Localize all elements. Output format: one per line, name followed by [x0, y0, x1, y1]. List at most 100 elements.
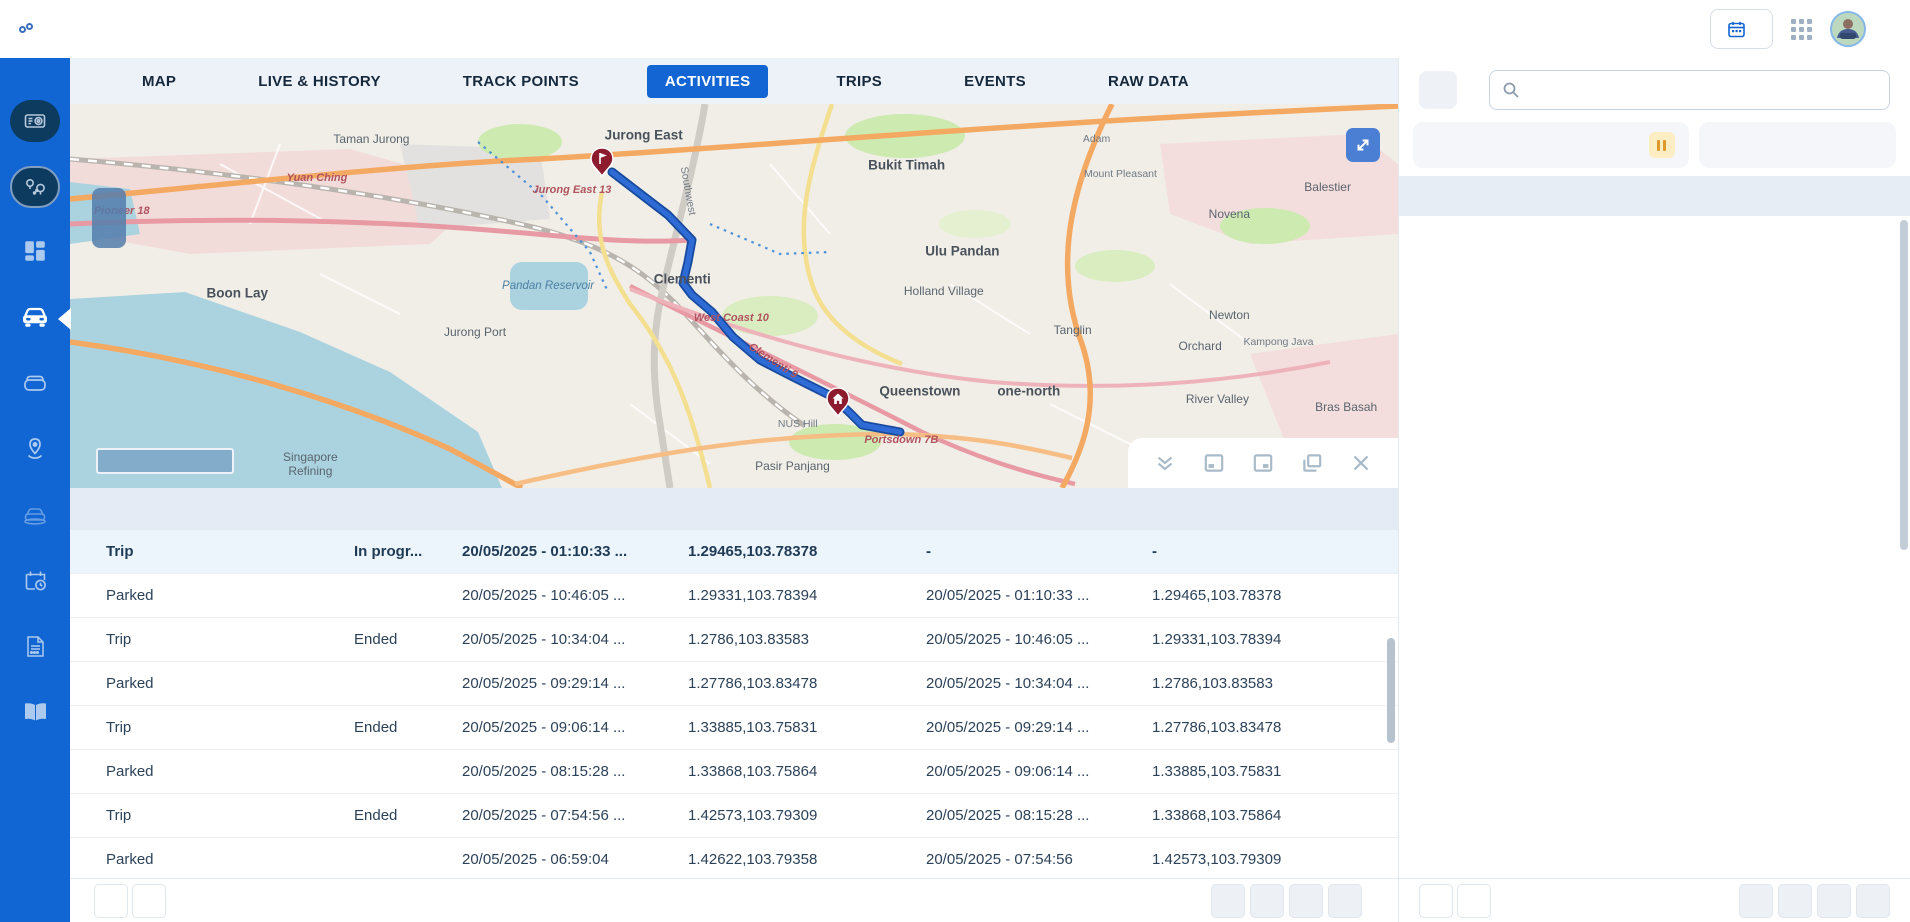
- sidebar-item-reports[interactable]: [0, 616, 70, 682]
- page-size-chevron-icon[interactable]: [132, 884, 166, 918]
- activity-mode: Parked: [106, 763, 354, 780]
- last-page-button[interactable]: [1856, 884, 1890, 918]
- location-pin-icon: [23, 436, 47, 467]
- panel-toolbar: [1128, 438, 1398, 488]
- map-scale-bar: [96, 448, 234, 474]
- open-book-icon: [22, 701, 49, 729]
- activity-mode: Trip: [106, 631, 354, 648]
- activity-row[interactable]: Parked 20/05/2025 - 09:29:14 ... 1.27786…: [70, 662, 1398, 706]
- vehicles-panel: [1398, 58, 1910, 922]
- sidebar-item-dashcam[interactable]: [0, 88, 70, 154]
- activity-end-time: 20/05/2025 - 09:06:14 ...: [926, 763, 1152, 780]
- dock-left-icon[interactable]: [1202, 451, 1226, 475]
- vehicles-scrollbar[interactable]: [1900, 220, 1908, 550]
- activity-start-location: 1.29331,103.78394: [688, 587, 926, 604]
- sidebar-item-dashboard[interactable]: [0, 220, 70, 286]
- activity-row[interactable]: Parked 20/05/2025 - 06:59:04 1.42622,103…: [70, 838, 1398, 878]
- dock-right-icon[interactable]: [1251, 451, 1275, 475]
- last-updated-chip: [1413, 122, 1689, 168]
- sidebar-item-fleet[interactable]: [0, 484, 70, 550]
- activity-row[interactable]: Trip Ended 20/05/2025 - 10:34:04 ... 1.2…: [70, 618, 1398, 662]
- tab-item[interactable]: MAP: [128, 65, 190, 98]
- activity-end-location: 1.27786,103.83478: [1152, 719, 1398, 736]
- activity-end-location: 1.29465,103.78378: [1152, 587, 1398, 604]
- user-avatar[interactable]: [1830, 11, 1866, 47]
- activity-status: Ended: [354, 631, 462, 648]
- sidebar-item-devices[interactable]: [0, 352, 70, 418]
- activity-mode: Trip: [106, 807, 354, 824]
- activity-end-location: 1.33885,103.75831: [1152, 763, 1398, 780]
- sidebar-item-locations[interactable]: [0, 418, 70, 484]
- last-page-button[interactable]: [1328, 884, 1362, 918]
- tab-item[interactable]: EVENTS: [950, 65, 1040, 98]
- activity-start-time: 20/05/2025 - 09:06:14 ...: [462, 719, 688, 736]
- activity-mode: Parked: [106, 587, 354, 604]
- activity-start-time: 20/05/2025 - 01:10:33 ...: [462, 543, 688, 560]
- activity-row[interactable]: Trip Ended 20/05/2025 - 09:06:14 ... 1.3…: [70, 706, 1398, 750]
- apps-grid-icon[interactable]: [1791, 19, 1812, 40]
- activity-start-location: 1.33885,103.75831: [688, 719, 926, 736]
- sidebar-item-schedule[interactable]: [0, 550, 70, 616]
- close-panel-icon[interactable]: [1349, 451, 1373, 475]
- activity-mode: Parked: [106, 675, 354, 692]
- sidebar-item-trips[interactable]: [0, 154, 70, 220]
- activity-start-time: 20/05/2025 - 09:29:14 ...: [462, 675, 688, 692]
- next-page-button[interactable]: [1817, 884, 1851, 918]
- sidebar-item-docs[interactable]: [0, 682, 70, 748]
- vehicle-page-size-select[interactable]: [1419, 884, 1453, 918]
- activity-end-location: -: [1152, 543, 1398, 560]
- prev-page-button[interactable]: [1778, 884, 1812, 918]
- main-pane: MAP LIVE & HISTORY TRACK POINTS ACTIVITIES T…: [70, 58, 1398, 922]
- activity-status: Ended: [354, 807, 462, 824]
- time-range-button[interactable]: [1710, 9, 1773, 49]
- activity-start-time: 20/05/2025 - 07:54:56 ...: [462, 807, 688, 824]
- vehicle-search[interactable]: [1489, 70, 1890, 110]
- activity-row[interactable]: Parked 20/05/2025 - 08:15:28 ... 1.33868…: [70, 750, 1398, 794]
- vehicles-pagination: [1739, 884, 1890, 918]
- app-header: [0, 0, 1910, 58]
- vehicle-page-size-chevron-icon[interactable]: [1457, 884, 1491, 918]
- page-size-select[interactable]: [94, 884, 128, 918]
- collapse-panel-icon[interactable]: [1153, 451, 1177, 475]
- activities-scrollbar[interactable]: [1387, 638, 1395, 743]
- activity-row[interactable]: Trip In progr... 20/05/2025 - 01:10:33 .…: [70, 530, 1398, 574]
- next-page-button[interactable]: [1289, 884, 1323, 918]
- tab-item[interactable]: TRIPS: [822, 65, 896, 98]
- activity-end-location: 1.33868,103.75864: [1152, 807, 1398, 824]
- pause-refresh-button[interactable]: [1649, 132, 1675, 158]
- map-zoom-control: [92, 188, 126, 248]
- zoom-in-button[interactable]: [94, 190, 124, 218]
- duplicate-panel-icon[interactable]: [1300, 451, 1324, 475]
- activity-status: Ended: [354, 719, 462, 736]
- activity-mode: Parked: [106, 851, 354, 868]
- tab-item[interactable]: RAW DATA: [1094, 65, 1203, 98]
- vehicles-car-icon: [19, 303, 51, 336]
- activity-end-time: 20/05/2025 - 10:46:05 ...: [926, 631, 1152, 648]
- activity-start-location: 1.42622,103.79358: [688, 851, 926, 868]
- vehicles-list: [1399, 216, 1910, 878]
- map-basemap: [70, 104, 1398, 488]
- prev-page-button[interactable]: [1250, 884, 1284, 918]
- first-page-button[interactable]: [1211, 884, 1245, 918]
- activity-end-time: 20/05/2025 - 07:54:56: [926, 851, 1152, 868]
- activity-start-location: 1.27786,103.83478: [688, 675, 926, 692]
- panel-collapse-button[interactable]: [1419, 71, 1457, 109]
- tab-item[interactable]: TRACK POINTS: [449, 65, 593, 98]
- activity-end-time: 20/05/2025 - 10:34:04 ...: [926, 675, 1152, 692]
- activity-end-location: 1.42573,103.79309: [1152, 851, 1398, 868]
- activities-footer: [70, 878, 1398, 922]
- first-page-button[interactable]: [1739, 884, 1773, 918]
- activities-table: Trip In progr... 20/05/2025 - 01:10:33 .…: [70, 488, 1398, 878]
- activity-start-time: 20/05/2025 - 10:34:04 ...: [462, 631, 688, 648]
- dashcam-icon: [10, 100, 60, 142]
- zoom-out-button[interactable]: [94, 218, 124, 246]
- map-expand-button[interactable]: [1346, 128, 1380, 162]
- tab-item[interactable]: LIVE & HISTORY: [244, 65, 395, 98]
- tab-item[interactable]: ACTIVITIES: [647, 65, 769, 98]
- sidebar-nav: [0, 58, 70, 922]
- activity-row[interactable]: Trip Ended 20/05/2025 - 07:54:56 ... 1.4…: [70, 794, 1398, 838]
- map-canvas[interactable]: Taman JurongJurong EastBukit TimahAdamMo…: [70, 104, 1398, 488]
- search-input[interactable]: [1530, 80, 1877, 100]
- activity-row[interactable]: Parked 20/05/2025 - 10:46:05 ... 1.29331…: [70, 574, 1398, 618]
- vehicles-footer: [1399, 878, 1910, 922]
